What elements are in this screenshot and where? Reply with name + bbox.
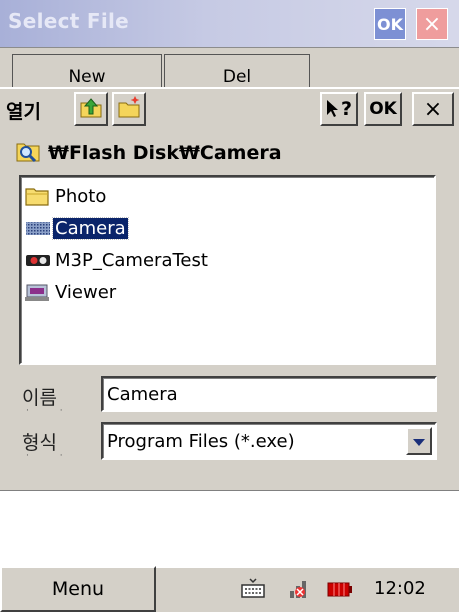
help-label: ? (340, 98, 353, 120)
chevron-down-icon (413, 431, 425, 452)
camera-app-icon (25, 217, 53, 239)
up-folder-icon (79, 95, 103, 123)
background-content-area (0, 491, 459, 566)
new-folder-button[interactable] (112, 92, 146, 126)
dialog-close-button[interactable]: × (412, 92, 454, 126)
current-path: ₩Flash Disk₩Camera (16, 138, 282, 168)
new-folder-icon (117, 95, 141, 123)
up-folder-button[interactable] (74, 92, 108, 126)
title-close-button[interactable]: × (416, 8, 448, 40)
file-list[interactable]: Photo Camera M3P_CameraTest Viewer (19, 175, 436, 365)
path-text: ₩Flash Disk₩Camera (48, 142, 282, 164)
help-button[interactable]: ? (320, 92, 358, 126)
connectivity-icon[interactable] (285, 574, 315, 604)
keyboard-icon[interactable] (238, 574, 268, 604)
list-item-label: M3P_CameraTest (55, 249, 208, 271)
viewer-app-icon (25, 281, 53, 303)
list-item-selected[interactable]: Camera (25, 215, 129, 241)
file-type-select[interactable]: Program Files (*.exe) (101, 422, 437, 460)
accelerator-dots: · · (26, 451, 77, 461)
file-type-value: Program Files (*.exe) (107, 431, 295, 452)
help-pointer-icon: ? (326, 98, 352, 120)
accelerator-dots: · · (26, 406, 77, 416)
file-name-input[interactable]: Camera (101, 376, 437, 412)
clock[interactable]: 12:02 (374, 578, 426, 599)
list-item[interactable]: M3P_CameraTest (25, 247, 210, 273)
title-ok-button[interactable]: OK (374, 8, 406, 40)
folder-search-icon (16, 140, 40, 166)
folder-icon (25, 185, 53, 207)
window-title: Select File (8, 9, 130, 33)
list-item[interactable]: Viewer (25, 279, 118, 305)
dialog-ok-button[interactable]: OK (364, 92, 402, 126)
list-item[interactable]: Photo (25, 183, 108, 209)
list-item-label: Camera (52, 216, 129, 240)
camera-test-icon (25, 249, 53, 271)
battery-icon[interactable] (325, 574, 355, 604)
dropdown-arrow-button[interactable] (406, 427, 432, 455)
menu-button[interactable]: Menu (0, 566, 156, 612)
dialog-title: 열기 (6, 101, 41, 123)
list-item-label: Photo (55, 185, 107, 207)
list-item-label: Viewer (55, 281, 117, 303)
